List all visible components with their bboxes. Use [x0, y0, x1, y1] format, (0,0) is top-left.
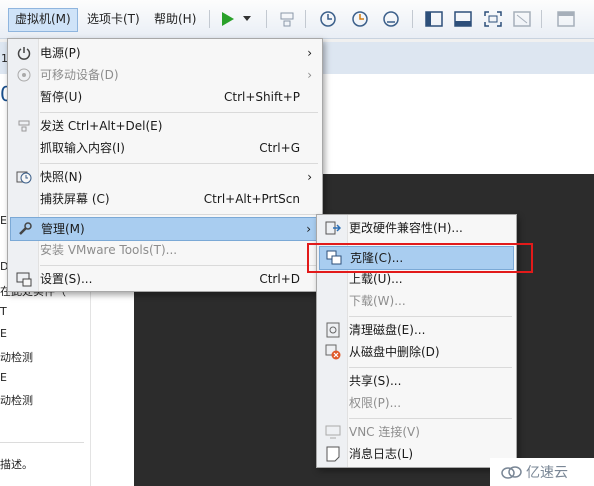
watermark-logo-icon [501, 466, 522, 479]
menu-item-delete-from-disk[interactable]: 从磁盘中删除(D) [319, 341, 514, 363]
toolbar-separator [541, 10, 542, 28]
menu-separator [40, 265, 318, 266]
menu-item-permissions[interactable]: 权限(P)... [319, 392, 514, 414]
fullscreen-icon[interactable] [483, 9, 503, 29]
message-log-icon [325, 446, 341, 462]
device-fragment: E [0, 214, 7, 227]
menu-separator [349, 367, 512, 368]
toolbar-separator [412, 10, 413, 28]
menu-item-download[interactable]: 下载(W)... [319, 290, 514, 312]
device-fragment: 动检测 [0, 394, 33, 407]
settings-icon [16, 271, 32, 287]
device-fragment: 动检测 [0, 351, 33, 364]
panel-divider [0, 442, 84, 443]
menu-item-power[interactable]: 电源(P) › [10, 42, 320, 64]
menu-separator [349, 418, 512, 419]
menu-item-pause[interactable]: 暂停(U) Ctrl+Shift+P [10, 86, 320, 108]
menu-help[interactable]: 帮助(H) [148, 8, 202, 30]
device-fragment: E [0, 327, 7, 340]
toolbar-separator [305, 10, 306, 28]
watermark-text: 亿速云 [526, 465, 568, 481]
snapshot-manager-icon[interactable] [381, 9, 401, 29]
menu-tabs[interactable]: 选项卡(T) [81, 8, 146, 30]
hardware-compat-icon [325, 220, 341, 236]
vnc-icon [325, 424, 341, 440]
chevron-right-icon: › [307, 68, 312, 82]
menu-item-share[interactable]: 共享(S)... [319, 370, 514, 392]
send-keys-icon [16, 118, 32, 134]
play-dropdown-icon[interactable] [240, 9, 254, 29]
menu-item-manage[interactable]: 管理(M) › [10, 217, 320, 241]
chevron-right-icon: › [306, 222, 311, 236]
menu-separator [349, 316, 512, 317]
menu-separator [40, 163, 318, 164]
power-icon [16, 45, 32, 61]
menu-item-removable-devices[interactable]: 可移动设备(D) › [10, 64, 320, 86]
vm-menu: 电源(P) › 可移动设备(D) › 暂停(U) Ctrl+Shift+P 发送… [7, 38, 323, 292]
menu-item-send-ctrl-alt-del[interactable]: 发送 Ctrl+Alt+Del(E) [10, 115, 320, 137]
menu-item-capture-screen[interactable]: 捕获屏幕 (C) Ctrl+Alt+PrtScn [10, 188, 320, 210]
menu-item-change-hardware-compatibility[interactable]: 更改硬件兼容性(H)... [319, 217, 514, 239]
menu-item-message-log[interactable]: 消息日志(L) [319, 443, 514, 465]
send-keys-toolbar-icon[interactable] [277, 9, 297, 29]
removable-device-icon [16, 67, 32, 83]
menu-item-install-vmware-tools[interactable]: 安装 VMware Tools(T)... [10, 239, 320, 261]
menu-vm[interactable]: 虚拟机(M) [8, 8, 78, 32]
annotation-highlight-box [307, 243, 533, 273]
menu-separator [40, 112, 318, 113]
menu-item-grab-input[interactable]: 抓取输入内容(I) Ctrl+G [10, 137, 320, 159]
wrench-icon [17, 221, 33, 237]
device-fragment: E [0, 371, 7, 384]
toolbar-separator [266, 10, 267, 28]
view-sidebar-icon[interactable] [424, 9, 444, 29]
toolbar-separator [209, 10, 210, 28]
snapshot-take-icon[interactable] [318, 9, 338, 29]
unity-icon[interactable] [512, 9, 532, 29]
menu-item-settings[interactable]: 设置(S)... Ctrl+D [10, 268, 320, 290]
menu-item-snapshot[interactable]: 快照(N) › [10, 166, 320, 188]
view-thumbnail-icon[interactable] [453, 9, 473, 29]
snapshot-revert-icon[interactable] [350, 9, 370, 29]
play-icon[interactable] [218, 9, 238, 29]
delete-from-disk-icon [325, 344, 341, 360]
menubar: 虚拟机(M) 选项卡(T) 帮助(H) [0, 0, 594, 39]
chevron-right-icon: › [307, 46, 312, 60]
console-view-icon[interactable] [556, 9, 576, 29]
menu-separator [40, 214, 318, 215]
watermark: 亿速云 [490, 458, 594, 486]
clean-disk-icon [325, 322, 341, 338]
description-fragment: 描述。 [0, 458, 33, 471]
menu-item-vnc-connection[interactable]: VNC 连接(V) [319, 421, 514, 443]
menu-item-clean-disk[interactable]: 清理磁盘(E)... [319, 319, 514, 341]
snapshot-icon [16, 169, 32, 185]
device-fragment: T [0, 305, 7, 318]
chevron-right-icon: › [307, 170, 312, 184]
